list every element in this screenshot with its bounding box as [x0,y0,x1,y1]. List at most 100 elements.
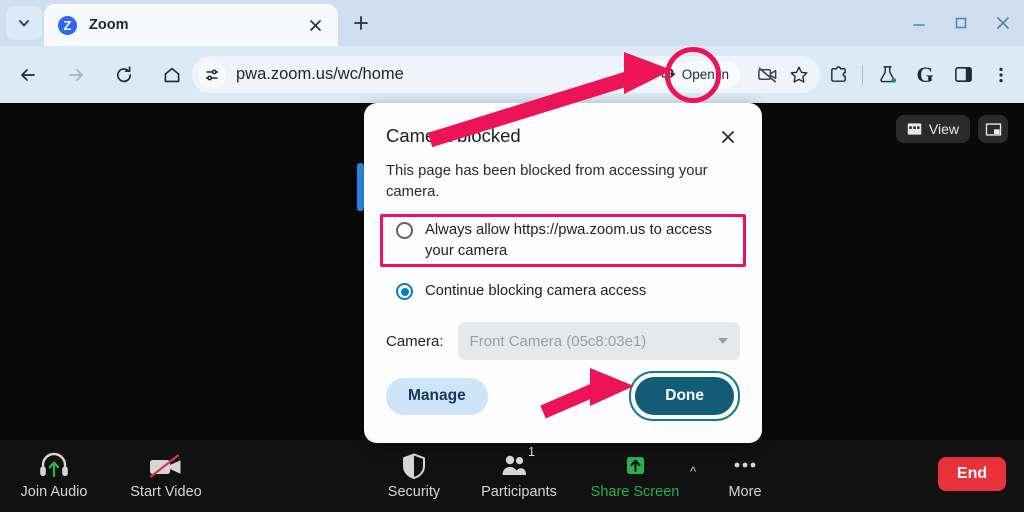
zoom-toolbar-join-audio[interactable]: Join Audio [8,446,100,500]
home-button[interactable] [152,55,192,95]
minimize-window-button[interactable] [898,0,940,46]
tune-icon [205,69,219,80]
three-dot-menu-icon [999,67,1003,82]
chevron-down-icon [19,20,29,27]
chevron-down-icon [718,338,728,345]
done-button-focus-ring: Done [629,371,740,421]
zoom-toolbar-participants[interactable]: 1 Participants [473,445,565,500]
forward-arrow-icon [69,68,83,81]
url-text: pwa.zoom.us/wc/home [236,65,404,83]
minimize-icon [913,24,925,26]
browser-toolbar: pwa.zoom.us/wc/home Open in G [0,46,1024,103]
star-icon [790,66,807,83]
view-controls: View [895,115,1008,143]
participants-count-badge: 1 [528,445,535,459]
zoom-toolbar-share-screen[interactable]: ^ Share Screen [589,446,696,500]
radio-option-continue-blocking[interactable]: Continue blocking camera access [386,275,740,308]
open-in-app-icon [661,68,675,81]
dialog-description: This page has been blocked from accessin… [386,163,708,201]
grid-view-icon [907,123,922,135]
bookmark-button[interactable] [783,59,814,90]
zoom-meeting-toolbar: Join Audio Start Video Security 1 Partic… [0,440,1024,512]
toolbar-right-actions: G [819,46,1020,103]
plus-icon [354,16,368,30]
picture-in-picture-icon [985,122,1001,136]
radio-option-always-allow-label: Always allow https://pwa.zoom.us to acce… [425,221,713,259]
dialog-title: Camera blocked [386,125,521,146]
manage-button[interactable]: Manage [386,377,488,415]
tab-title: Zoom [89,17,129,33]
tab-strip: Z Zoom [0,0,1024,46]
dialog-header: Camera blocked [386,125,740,149]
share-screen-caret-icon[interactable]: ^ [690,464,696,479]
google-icon: G [916,61,934,87]
camera-blocked-icon [758,67,777,83]
option-allow-wrapper: Always allow https://pwa.zoom.us to acce… [380,213,746,268]
browser-window: Z Zoom pwa.zoom.us/wc/home Open in G Vie… [0,0,1024,512]
open-in-app-chip[interactable]: Open in [649,61,740,88]
camera-select-value: Front Camera (05c8:03e1) [469,332,647,350]
zoom-toolbar-share-screen-label: Share Screen [590,484,680,500]
radio-option-continue-blocking-label: Continue blocking camera access [425,283,647,300]
home-icon [164,67,180,82]
camera-blocked-button[interactable] [752,59,783,90]
zoom-toolbar-start-video[interactable]: Start Video [120,446,212,500]
reload-button[interactable] [104,55,144,95]
back-button[interactable] [8,55,48,95]
dialog-actions: Manage Done [386,371,740,421]
done-button[interactable]: Done [635,377,734,415]
new-tab-button[interactable] [348,10,374,36]
camera-blocked-dialog: Camera blocked This page has been blocke… [364,103,762,443]
window-controls [898,0,1024,46]
participants-icon: 1 [499,445,539,480]
toolbar-divider [862,64,863,85]
end-meeting-button[interactable]: End [938,457,1006,491]
extensions-icon [830,66,846,82]
close-icon [722,131,734,143]
reload-icon [116,65,132,82]
zoom-toolbar-security[interactable]: Security [368,446,460,500]
site-settings-button[interactable] [198,60,226,89]
zoom-toolbar-more-label: More [728,484,762,500]
extensions-button[interactable] [819,56,857,94]
back-arrow-icon [21,68,35,81]
close-window-button[interactable] [982,0,1024,46]
camera-select-row: Camera: Front Camera (05c8:03e1) [386,322,740,361]
view-button-label: View [928,121,959,137]
page-accent-element [357,163,364,211]
camera-select-label: Camera: [386,332,444,350]
dialog-close-button[interactable] [716,125,740,149]
radio-button-unchecked[interactable] [396,221,413,239]
zoom-toolbar-join-audio-label: Join Audio [20,484,88,500]
close-icon [309,19,321,31]
ellipsis-icon [730,446,760,480]
camera-select-dropdown[interactable]: Front Camera (05c8:03e1) [457,322,740,361]
zoom-favicon-icon: Z [58,15,77,35]
google-account-button[interactable]: G [906,56,944,94]
radio-option-always-allow[interactable]: Always allow https://pwa.zoom.us to acce… [386,214,740,267]
maximize-window-button[interactable] [940,0,982,46]
forward-button[interactable] [56,55,96,95]
maximize-icon [955,17,967,29]
labs-button[interactable] [868,56,906,94]
radio-button-checked[interactable] [396,283,413,301]
zoom-toolbar-more[interactable]: More [699,446,791,500]
address-bar[interactable]: pwa.zoom.us/wc/home Open in [192,56,820,93]
share-screen-icon: ^ [620,446,696,480]
flask-icon [879,66,896,83]
side-panel-icon [954,67,972,82]
close-window-icon [997,17,1009,29]
camera-off-icon [147,446,185,480]
zoom-toolbar-security-label: Security [387,484,441,500]
open-in-app-label: Open in [681,67,729,82]
tab-search-button[interactable] [6,6,42,40]
browser-tab[interactable]: Z Zoom [44,4,338,46]
shield-icon [401,446,427,480]
view-button[interactable]: View [895,115,970,143]
browser-menu-button[interactable] [982,56,1020,94]
tab-close-button[interactable] [302,12,328,38]
side-panel-button[interactable] [944,56,982,94]
zoom-toolbar-participants-label: Participants [481,484,557,500]
picture-in-picture-button[interactable] [978,115,1008,143]
headset-join-audio-icon [38,446,70,480]
